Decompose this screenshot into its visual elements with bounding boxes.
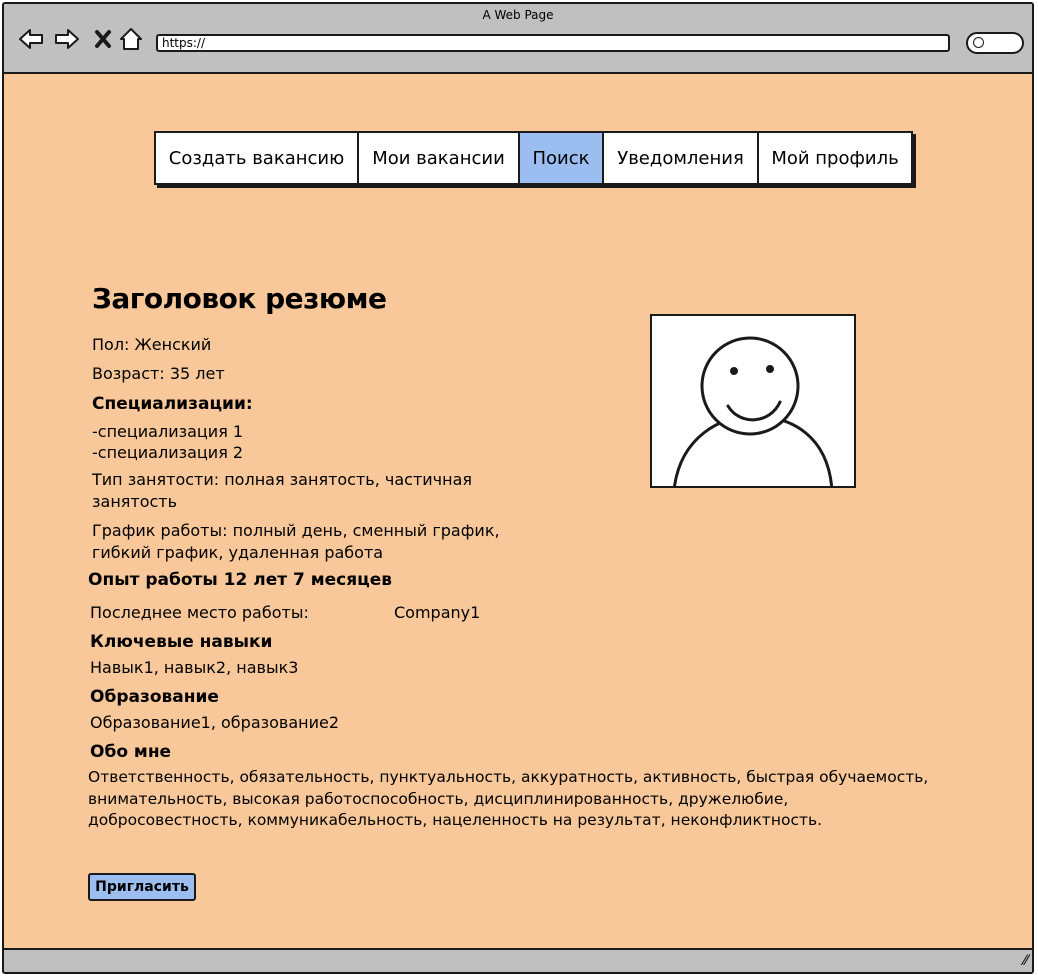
schedule-text: График работы: полный день, сменный граф… [92,521,500,540]
back-icon[interactable] [16,24,46,54]
url-input[interactable]: https:// [156,34,950,52]
tab-search[interactable]: Поиск [520,133,604,183]
about-text-cont: внимательность, высокая работоспособност… [88,790,789,808]
skills-text: Навык1, навык2, навык3 [90,658,299,677]
last-job-label: Последнее место работы: [90,603,309,622]
gender-text: Пол: Женский [92,335,212,354]
tab-notifications[interactable]: Уведомления [604,133,759,183]
tab-create-vacancy[interactable]: Создать вакансию [156,133,359,183]
about-heading: Обо мне [90,742,172,762]
specialization-item: -специализация 1 [92,422,244,441]
last-job-company: Company1 [394,603,481,622]
specialization-item: -специализация 2 [92,443,244,462]
invite-button[interactable]: Пригласить [88,873,196,901]
person-placeholder-icon [673,336,834,486]
about-text: Ответственность, обязательность, пунктуа… [88,768,929,786]
about-text-cont: добросовестность, коммуникабельность, на… [88,811,823,829]
resume-title: Заголовок резюме [92,282,387,315]
close-icon[interactable] [88,24,118,54]
age-text: Возраст: 35 лет [92,364,225,383]
browser-search-field[interactable] [966,32,1024,54]
schedule-text-cont: гибкий график, удаленная работа [92,543,384,562]
resize-grip-icon[interactable]: ⁄⁄ [1023,952,1028,970]
window-title: A Web Page [482,8,554,22]
skills-heading: Ключевые навыки [90,632,273,652]
tab-my-profile[interactable]: Мой профиль [759,133,911,183]
education-heading: Образование [90,687,219,707]
browser-window: A Web Page https:// Создать вакансию Мои… [2,2,1034,974]
browser-toolbar: A Web Page https:// [4,4,1032,74]
employment-type-text: Тип занятости: полная занятость, частичн… [92,470,473,489]
avatar [650,314,856,488]
search-icon [973,37,984,48]
tab-my-vacancies[interactable]: Мои вакансии [359,133,520,183]
education-text: Образование1, образование2 [90,713,340,732]
employment-type-text-cont: занятость [92,492,178,511]
main-nav-tabs: Создать вакансию Мои вакансии Поиск Увед… [154,131,913,185]
browser-status-bar: ⁄⁄ [4,948,1032,972]
home-icon[interactable] [116,24,146,54]
specializations-heading: Специализации: [92,394,253,414]
experience-heading: Опыт работы 12 лет 7 месяцев [88,570,393,590]
forward-icon[interactable] [52,24,82,54]
